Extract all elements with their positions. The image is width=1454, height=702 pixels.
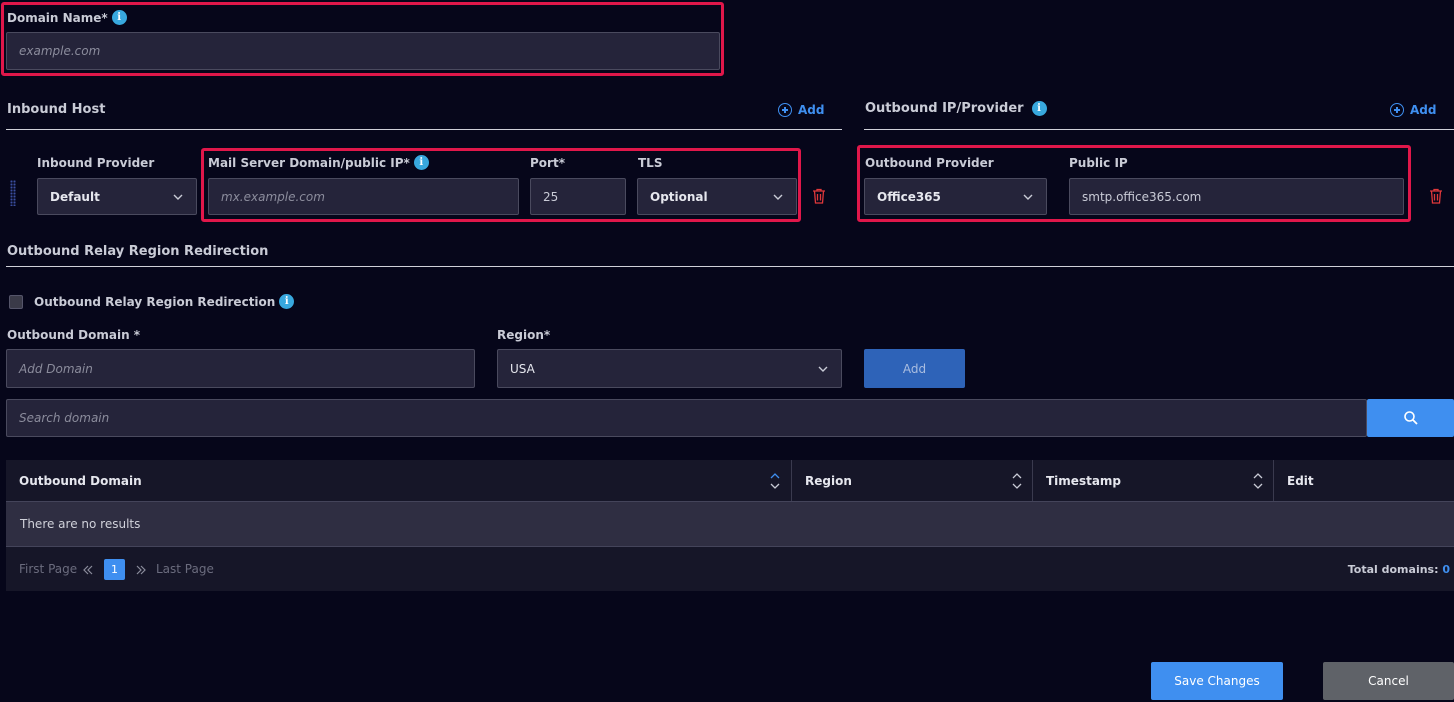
- outbound-provider-value: Office365: [877, 189, 941, 204]
- mail-server-placeholder: mx.example.com: [221, 189, 325, 204]
- sort-icon: [1253, 473, 1263, 489]
- outbound-domain-label: Outbound Domain *: [7, 328, 141, 342]
- search-icon: [1403, 411, 1418, 425]
- sort-icon: [1012, 473, 1022, 489]
- region-select[interactable]: USA: [497, 349, 842, 388]
- first-page-link[interactable]: First Page: [19, 562, 77, 576]
- relay-checkbox-row: Outbound Relay Region Redirection i: [34, 294, 295, 309]
- total-domains-label: Total domains:: [1347, 563, 1439, 576]
- domain-name-label-row: Domain Name* i: [7, 10, 127, 25]
- chevron-double-right-icon[interactable]: [135, 564, 147, 576]
- outbound-divider: [864, 129, 1454, 130]
- search-button[interactable]: [1367, 399, 1454, 437]
- chevron-down-icon: [818, 366, 828, 372]
- table-empty-row: There are no results: [6, 501, 1454, 546]
- outbound-title: Outbound IP/Provider: [865, 101, 1024, 116]
- relay-checkbox-label: Outbound Relay Region Redirection: [34, 294, 276, 309]
- mail-server-label: Mail Server Domain/public IP*: [208, 155, 410, 170]
- column-header-edit: Edit: [1274, 460, 1454, 501]
- inbound-add-label: Add: [798, 103, 825, 117]
- drag-handle-icon[interactable]: [10, 180, 16, 206]
- public-ip-label: Public IP: [1069, 156, 1128, 170]
- column-header-timestamp[interactable]: Timestamp: [1033, 460, 1274, 501]
- inbound-divider: [6, 129, 842, 130]
- pagination-bar: First Page 1 Last Page Total domains: 0: [6, 546, 1454, 591]
- outbound-provider-select[interactable]: Office365: [864, 178, 1047, 215]
- outbound-add-label: Add: [1410, 103, 1437, 117]
- save-changes-button[interactable]: Save Changes: [1151, 662, 1283, 700]
- trash-icon[interactable]: [812, 188, 826, 204]
- port-input[interactable]: 25: [530, 178, 626, 215]
- outbound-domain-placeholder: Add Domain: [19, 361, 93, 376]
- tls-select[interactable]: Optional: [637, 178, 797, 215]
- mail-server-label-row: Mail Server Domain/public IP* i: [208, 155, 429, 170]
- tls-label: TLS: [638, 156, 663, 170]
- column-header-outbound-domain[interactable]: Outbound Domain: [6, 460, 792, 501]
- total-domains: Total domains: 0: [1348, 563, 1450, 576]
- inbound-provider-value: Default: [50, 189, 100, 204]
- column-label: Edit: [1287, 473, 1314, 488]
- outbound-domain-input[interactable]: Add Domain: [6, 349, 475, 388]
- trash-icon[interactable]: [1429, 188, 1443, 204]
- domain-name-input[interactable]: example.com: [6, 32, 720, 70]
- outbound-provider-label: Outbound Provider: [865, 156, 994, 170]
- column-label: Region: [805, 473, 852, 488]
- domains-table: Outbound Domain Region Timestamp Edit Th…: [6, 460, 1454, 591]
- tls-value: Optional: [650, 189, 708, 204]
- chevron-double-left-icon[interactable]: [82, 564, 94, 576]
- cancel-button[interactable]: Cancel: [1323, 662, 1454, 700]
- search-domain-input[interactable]: Search domain: [6, 399, 1367, 437]
- search-domain-placeholder: Search domain: [19, 411, 110, 425]
- empty-results-text: There are no results: [20, 517, 141, 531]
- sort-icon: [770, 473, 780, 489]
- inbound-provider-label: Inbound Provider: [37, 156, 155, 170]
- outbound-title-row: Outbound IP/Provider i: [865, 101, 1047, 116]
- port-value: 25: [543, 189, 559, 204]
- domain-name-label: Domain Name*: [7, 10, 108, 25]
- info-icon[interactable]: i: [111, 10, 127, 25]
- chevron-down-icon: [773, 194, 783, 200]
- page-number-current[interactable]: 1: [104, 559, 125, 580]
- total-domains-value: 0: [1442, 563, 1450, 576]
- public-ip-input[interactable]: smtp.office365.com: [1069, 178, 1404, 215]
- region-label: Region*: [497, 328, 551, 342]
- info-icon[interactable]: i: [413, 155, 429, 170]
- plus-circle-icon: [1390, 103, 1404, 117]
- relay-checkbox[interactable]: [9, 295, 23, 309]
- inbound-add-button[interactable]: Add: [778, 103, 824, 117]
- column-header-region[interactable]: Region: [792, 460, 1033, 501]
- column-label: Timestamp: [1046, 473, 1122, 488]
- public-ip-value: smtp.office365.com: [1082, 189, 1202, 204]
- domain-name-placeholder: example.com: [19, 44, 101, 58]
- region-value: USA: [510, 361, 535, 376]
- outbound-add-button[interactable]: Add: [1390, 103, 1436, 117]
- chevron-down-icon: [1023, 194, 1033, 200]
- relay-title: Outbound Relay Region Redirection: [7, 244, 269, 259]
- info-icon[interactable]: i: [279, 294, 295, 309]
- column-label: Outbound Domain: [19, 473, 142, 488]
- relay-divider: [6, 266, 1454, 267]
- last-page-link[interactable]: Last Page: [156, 562, 214, 576]
- info-icon[interactable]: i: [1031, 101, 1047, 116]
- port-label: Port*: [530, 156, 565, 170]
- plus-circle-icon: [778, 103, 792, 117]
- chevron-down-icon: [173, 194, 183, 200]
- relay-add-button[interactable]: Add: [864, 349, 965, 388]
- inbound-host-title: Inbound Host: [7, 102, 106, 117]
- mail-server-input[interactable]: mx.example.com: [208, 178, 519, 215]
- inbound-provider-select[interactable]: Default: [37, 178, 197, 215]
